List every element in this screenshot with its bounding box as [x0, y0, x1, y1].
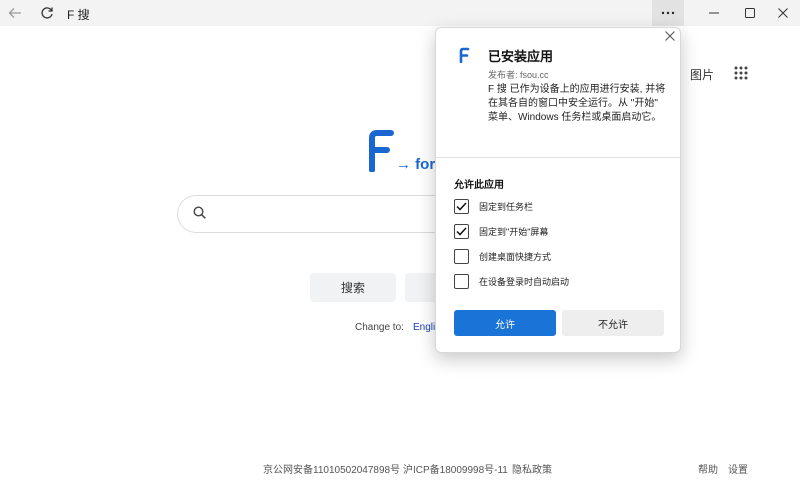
- popup-publisher: 发布者: fsou.cc: [488, 70, 549, 80]
- footer-icp-link[interactable]: 沪ICP备18009998号-11: [403, 461, 508, 476]
- checkbox[interactable]: [454, 273, 469, 289]
- more-dots-icon: [661, 11, 675, 15]
- back-arrow-icon: [8, 8, 21, 18]
- back-button[interactable]: [4, 0, 26, 26]
- checkbox[interactable]: [454, 198, 469, 214]
- refresh-icon: [41, 7, 53, 19]
- app-title: F 搜: [67, 8, 90, 22]
- checkmark-icon: [456, 201, 467, 211]
- search-input[interactable]: [177, 195, 477, 233]
- close-icon: [665, 31, 675, 41]
- footer-beian-link[interactable]: 京公网安备11010502047898号: [263, 461, 400, 476]
- popup-close-button[interactable]: [663, 29, 677, 43]
- popup-title: 已安装应用: [488, 49, 554, 64]
- more-options-button[interactable]: [652, 0, 684, 26]
- checkbox[interactable]: [454, 223, 469, 239]
- change-language-link[interactable]: Engli: [413, 322, 435, 333]
- option-desktop-shortcut[interactable]: 创建桌面快捷方式: [454, 248, 551, 264]
- title-bar: F 搜: [0, 0, 800, 26]
- minimize-button[interactable]: [694, 0, 734, 26]
- checkbox[interactable]: [454, 248, 469, 264]
- deny-button[interactable]: 不允许: [562, 310, 664, 336]
- change-to-label: Change to:: [355, 322, 404, 333]
- allow-button[interactable]: 允许: [454, 310, 556, 336]
- logo-f-icon: [366, 130, 394, 177]
- option-auto-start[interactable]: 在设备登录时自动启动: [454, 273, 569, 289]
- footer-privacy-link[interactable]: 隐私政策: [512, 461, 552, 476]
- popup-description: F 搜 已作为设备上的应用进行安装, 并将在其各自的窗口中安全运行。从 "开始"…: [488, 84, 666, 123]
- images-link[interactable]: 图片: [690, 66, 714, 83]
- close-window-button[interactable]: [766, 0, 800, 26]
- option-label: 在设备登录时自动启动: [479, 276, 570, 287]
- close-icon: [778, 8, 788, 18]
- option-label: 创建桌面快捷方式: [479, 251, 552, 262]
- minimize-icon: [709, 12, 719, 14]
- option-pin-start[interactable]: 固定到"开始"屏幕: [454, 223, 548, 239]
- footer-settings-link[interactable]: 设置: [728, 461, 748, 476]
- option-label: 固定到"开始"屏幕: [479, 226, 549, 237]
- checkmark-icon: [456, 226, 467, 236]
- refresh-button[interactable]: [36, 0, 58, 26]
- popup-divider: [436, 157, 680, 158]
- search-button[interactable]: 搜索: [310, 273, 396, 302]
- app-installed-popup: 已安装应用 发布者: fsou.cc F 搜 已作为设备上的应用进行安装, 并将…: [435, 27, 681, 353]
- maximize-button[interactable]: [734, 0, 766, 26]
- option-pin-taskbar[interactable]: 固定到任务栏: [454, 198, 533, 214]
- popup-section-label: 允许此应用: [454, 180, 504, 191]
- option-label: 固定到任务栏: [479, 201, 534, 212]
- apps-grid-button[interactable]: [734, 66, 748, 85]
- app-f-icon: [458, 47, 470, 68]
- footer-help-link[interactable]: 帮助: [698, 461, 718, 476]
- apps-grid-icon: [734, 66, 748, 80]
- search-icon: [193, 206, 206, 224]
- maximize-icon: [745, 8, 755, 18]
